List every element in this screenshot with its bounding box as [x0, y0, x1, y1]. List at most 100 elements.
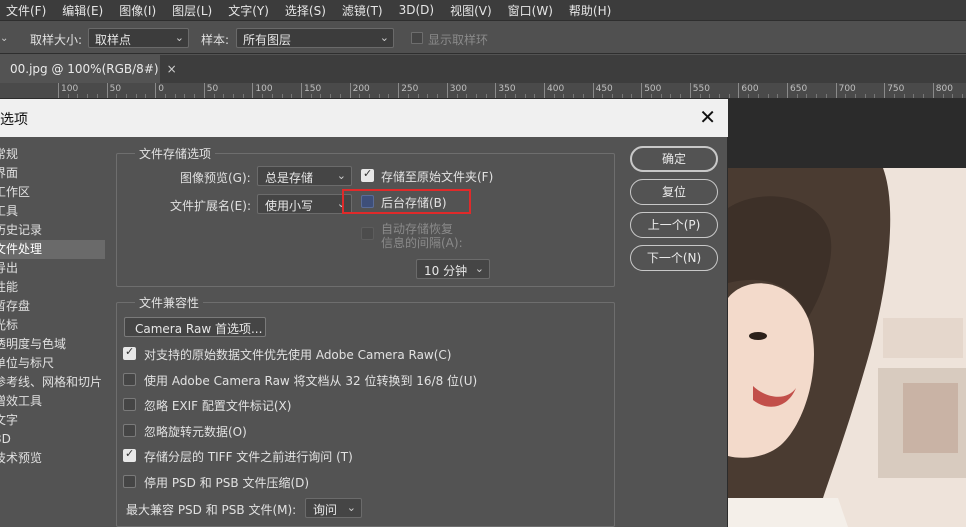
sidebar-item[interactable]: 透明度与色域 — [0, 335, 105, 354]
sidebar-item[interactable]: 光标 — [0, 316, 105, 335]
sample-size-select[interactable]: 取样点 ⌄ — [88, 28, 189, 48]
sidebar-item[interactable]: 暂存盘 — [0, 297, 105, 316]
menu-layer[interactable]: 图层(L) — [164, 2, 220, 19]
menu-type[interactable]: 文字(Y) — [220, 2, 277, 19]
ruler-major-tick — [787, 83, 788, 98]
camera-raw-preferences-button[interactable]: Camera Raw 首选项... — [124, 317, 266, 337]
sidebar-item[interactable]: 界面 — [0, 164, 105, 183]
auto-save-checkbox[interactable] — [361, 227, 374, 240]
ruler-minor-tick — [262, 94, 264, 98]
ruler-minor-tick — [184, 94, 186, 98]
ruler-minor-tick — [437, 94, 439, 98]
save-to-original-checkbox[interactable] — [361, 167, 374, 182]
ruler-minor-tick — [582, 94, 584, 98]
sidebar-item[interactable]: 3D — [0, 430, 105, 449]
sidebar-item[interactable]: 工作区 — [0, 183, 105, 202]
ruler-minor-tick — [310, 94, 312, 98]
ruler-minor-tick — [126, 94, 128, 98]
sidebar-item[interactable]: 文字 — [0, 411, 105, 430]
compat-option-label: 使用 Adobe Camera Raw 将文档从 32 位转换到 16/8 位(… — [144, 373, 478, 388]
menu-view[interactable]: 视图(V) — [442, 2, 500, 19]
sidebar-item[interactable]: 工具 — [0, 202, 105, 221]
ruler-minor-tick — [271, 94, 273, 98]
sidebar-item[interactable]: 单位与标尺 — [0, 354, 105, 373]
ruler-minor-tick — [709, 94, 711, 98]
ruler-minor-tick — [369, 94, 371, 98]
ruler-major-tick — [544, 83, 545, 98]
ruler-minor-tick — [864, 94, 866, 98]
ruler-minor-tick — [174, 94, 176, 98]
close-icon[interactable]: × — [167, 62, 177, 76]
compat-option-checkbox[interactable] — [123, 423, 136, 437]
ruler-tick-label: 500 — [644, 84, 662, 94]
ruler-major-tick — [738, 83, 740, 98]
menu-edit[interactable]: 编辑(E) — [54, 2, 111, 19]
ruler-tick-label: 100 — [61, 84, 79, 94]
ruler-minor-tick — [232, 94, 234, 98]
ruler-minor-tick — [194, 94, 196, 98]
menu-image[interactable]: 图像(I) — [111, 2, 164, 19]
menu-help[interactable]: 帮助(H) — [561, 2, 619, 19]
image-preview-select[interactable]: 总是存储 ⌄ — [257, 166, 352, 186]
reset-button[interactable]: 复位 — [630, 179, 718, 205]
ruler-minor-tick — [242, 94, 244, 98]
file-extension-select[interactable]: 使用小写 ⌄ — [257, 194, 352, 214]
ruler-minor-tick — [796, 94, 798, 98]
sidebar-item[interactable]: 历史记录 — [0, 221, 105, 240]
sidebar-item[interactable]: 文件处理 — [0, 240, 105, 259]
document-tab-bar: 00.jpg @ 100%(RGB/8#) × — [0, 55, 966, 83]
sample-select[interactable]: 所有图层 ⌄ — [236, 28, 394, 48]
sidebar-item[interactable]: 导出 — [0, 259, 105, 278]
menu-select[interactable]: 选择(S) — [277, 2, 334, 19]
ruler-minor-tick — [466, 94, 468, 98]
sample-size-label: 取样大小: — [30, 33, 83, 47]
close-icon[interactable]: ✕ — [699, 105, 716, 129]
previous-button[interactable]: 上一个(P) — [630, 212, 718, 238]
ruler-minor-tick — [767, 94, 769, 98]
ruler-major-tick — [884, 83, 886, 98]
ruler-minor-tick — [281, 94, 283, 98]
ruler-minor-tick — [388, 94, 390, 98]
ok-button[interactable]: 确定 — [630, 146, 718, 172]
ruler-minor-tick — [164, 94, 166, 98]
show-ring-checkbox[interactable] — [411, 32, 423, 44]
menu-3d[interactable]: 3D(D) — [391, 3, 442, 17]
preferences-sidebar: 常规 界面 工作区 工具 历史记录 文件处理 导出 性能 暂存盘 光标 透明度与色域 单位与标尺 参考线… — [0, 145, 105, 468]
ruler-minor-tick — [602, 94, 604, 98]
menu-filter[interactable]: 滤镜(T) — [334, 2, 391, 19]
ruler-minor-tick — [650, 94, 652, 98]
sidebar-item[interactable]: 参考线、网格和切片 — [0, 373, 105, 392]
compat-option-checkbox[interactable] — [123, 447, 136, 462]
ruler-minor-tick — [77, 94, 79, 98]
ruler-minor-tick — [359, 94, 361, 98]
ruler-minor-tick — [855, 94, 857, 98]
image-preview-label: 图像预览(G): — [180, 171, 251, 185]
ruler-major-tick — [932, 83, 934, 98]
compat-option-checkbox[interactable] — [123, 474, 136, 488]
ruler-minor-tick — [728, 94, 730, 98]
ruler-minor-tick — [67, 94, 69, 98]
ruler-major-tick — [835, 83, 837, 98]
ruler-tick-label: 50 — [206, 84, 219, 94]
compat-option-checkbox[interactable] — [123, 345, 136, 360]
compat-option-checkbox[interactable] — [123, 372, 136, 386]
max-compat-select[interactable]: 询问 ⌄ — [305, 498, 362, 518]
ruler-minor-tick — [777, 94, 779, 98]
ruler-minor-tick — [135, 94, 137, 98]
sidebar-item[interactable]: 技术预览 — [0, 449, 105, 468]
max-compat-value: 询问 — [313, 503, 338, 517]
sidebar-item[interactable]: 性能 — [0, 278, 105, 297]
ruler-minor-tick — [320, 94, 322, 98]
tool-preset-chevron-icon[interactable]: ⌄ — [0, 33, 8, 44]
sidebar-item[interactable]: 常规 — [0, 145, 105, 164]
auto-save-interval-select[interactable]: 10 分钟 ⌄ — [416, 259, 490, 279]
document-tab[interactable]: 00.jpg @ 100%(RGB/8#) × — [0, 55, 177, 83]
ruler-tick-label: 150 — [304, 84, 322, 94]
next-button[interactable]: 下一个(N) — [630, 245, 718, 271]
sidebar-item[interactable]: 增效工具 — [0, 392, 105, 411]
menu-file[interactable]: 文件(F) — [4, 2, 54, 19]
ruler-tick-label: 50 — [109, 84, 122, 94]
compat-option-checkbox[interactable] — [123, 398, 136, 411]
menu-window[interactable]: 窗口(W) — [500, 2, 561, 19]
options-bar: ⌄ 取样大小: 取样点 ⌄ 样本: 所有图层 ⌄ 显示取样环 — [0, 20, 966, 54]
